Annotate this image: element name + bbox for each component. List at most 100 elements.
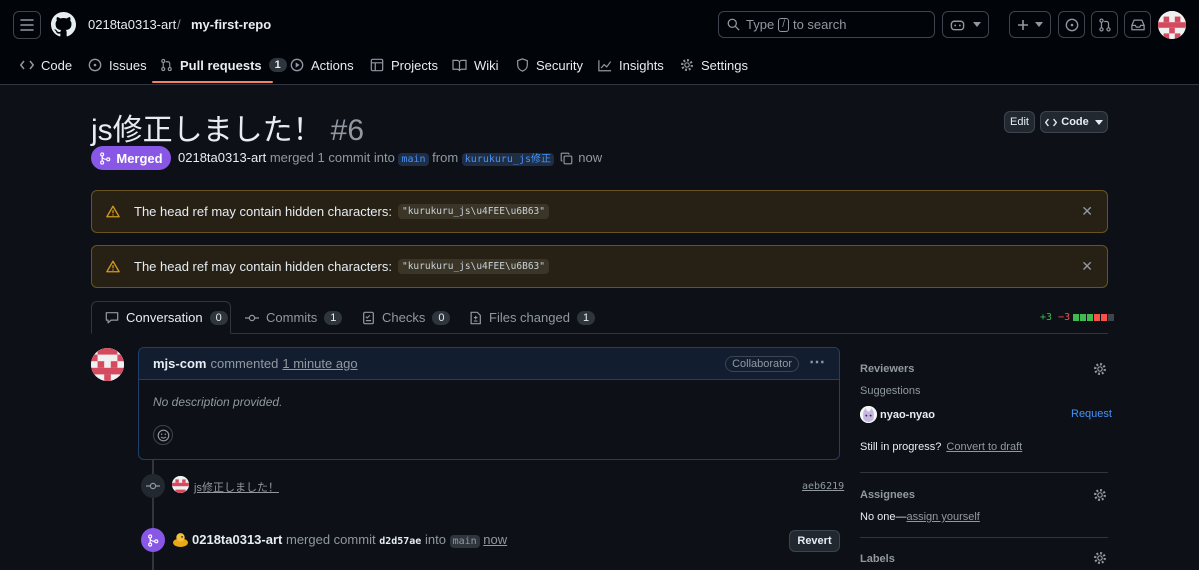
warning-text: The head ref may contain hidden characte…: [134, 204, 392, 219]
tab-conversation[interactable]: Conversation 0: [105, 310, 228, 325]
gear-icon[interactable]: [1093, 488, 1107, 502]
into-text: into: [424, 532, 446, 547]
nav-settings[interactable]: Settings: [680, 56, 748, 74]
tab-checks[interactable]: Checks 0: [362, 310, 451, 325]
edit-title-button[interactable]: Edit: [1004, 111, 1035, 133]
checklist-icon: [363, 311, 374, 324]
comment-header: mjs-com commented 1 minute ago Collabora…: [139, 348, 839, 380]
revert-label: Revert: [797, 535, 832, 547]
draft-hint: Still in progress? Convert to draft: [860, 441, 1022, 453]
from-text: from: [432, 150, 459, 165]
kebab-icon[interactable]: ⋯: [809, 352, 825, 372]
chevron-down-icon: [1094, 119, 1103, 125]
issue-opened-icon: [1065, 18, 1078, 31]
nav-issues[interactable]: Issues: [88, 56, 147, 74]
comment-author-avatar[interactable]: [91, 348, 124, 381]
nav-projects[interactable]: Projects: [370, 56, 438, 74]
pr-title: js修正しました！ #6: [91, 105, 364, 149]
tab-commits[interactable]: Commits 1: [245, 310, 343, 325]
github-logo-icon[interactable]: [51, 12, 76, 37]
breadcrumb-repo[interactable]: my-first-repo: [191, 17, 271, 32]
copilot-button[interactable]: [942, 11, 989, 38]
merge-author-link[interactable]: 0218ta0313-art: [192, 532, 282, 547]
comment-time[interactable]: 1 minute ago: [282, 356, 357, 371]
search-prefix: Type: [746, 17, 775, 32]
tab-files-changed[interactable]: Files changed 1: [469, 310, 596, 325]
search-suffix: to search: [792, 17, 847, 32]
revert-button[interactable]: Revert: [789, 530, 840, 552]
commit-message-link[interactable]: js修正しました！: [194, 479, 279, 495]
copy-icon[interactable]: [560, 152, 573, 165]
breadcrumb-owner[interactable]: 0218ta0313-art: [88, 17, 176, 32]
reviewers-title[interactable]: Reviewers: [860, 363, 914, 375]
avatar-pattern-icon: [91, 348, 124, 381]
chevron-down-icon: [973, 22, 981, 27]
tab-count: 1: [324, 310, 343, 325]
issues-button[interactable]: [1058, 11, 1085, 38]
comment-author[interactable]: mjs-com: [153, 356, 206, 371]
tabs-divider: [91, 333, 1108, 334]
merge-node: [141, 528, 165, 552]
nav-actions[interactable]: Actions: [290, 56, 354, 74]
close-icon[interactable]: ✕: [1081, 203, 1093, 220]
user-avatar[interactable]: [1158, 11, 1186, 39]
create-new-button[interactable]: [1009, 11, 1051, 38]
alert-icon: [106, 205, 120, 218]
warning-code: "kurukuru_js\u4FEE\u6B63": [397, 259, 549, 274]
comment-icon: [105, 312, 119, 324]
inbox-button[interactable]: [1124, 11, 1151, 38]
tab-label: Commits: [266, 310, 318, 325]
commit-icon: [146, 482, 160, 490]
nav-pull-requests[interactable]: Pull requests 1: [160, 56, 287, 74]
menu-button[interactable]: [13, 11, 41, 39]
avatar-pattern-icon: [1158, 11, 1186, 39]
plus-icon: [1018, 19, 1028, 30]
assignees-title[interactable]: Assignees: [860, 489, 915, 501]
suggested-reviewer-avatar[interactable]: [860, 406, 877, 423]
merge-time[interactable]: now: [483, 532, 507, 547]
warning-code: "kurukuru_js\u4FEE\u6B63": [397, 204, 549, 219]
chevron-down-icon: [1035, 22, 1043, 27]
commit-sha-link[interactable]: aeb6219: [802, 481, 844, 492]
nav-label: Wiki: [474, 57, 499, 73]
comment-action: commented: [210, 356, 279, 371]
pr-number: #6: [330, 114, 365, 147]
nav-code[interactable]: Code: [20, 56, 72, 74]
inbox-icon: [1130, 19, 1145, 31]
close-icon[interactable]: ✕: [1081, 258, 1093, 275]
code-dropdown-button[interactable]: Code: [1040, 111, 1108, 133]
tab-label: Files changed: [489, 310, 570, 325]
file-diff-icon: [470, 311, 481, 324]
nav-wiki[interactable]: Wiki: [452, 56, 499, 74]
commit-author-avatar[interactable]: [172, 476, 189, 493]
labels-title[interactable]: Labels: [860, 553, 895, 565]
graph-icon: [598, 59, 612, 71]
pull-requests-button[interactable]: [1091, 11, 1118, 38]
pr-author-link[interactable]: 0218ta0313-art: [178, 150, 266, 165]
head-branch[interactable]: kurukuru_js修正: [461, 153, 555, 166]
gear-icon[interactable]: [1093, 362, 1107, 376]
hamburger-icon: [20, 19, 34, 31]
tab-count: 0: [209, 310, 228, 325]
merge-sha-link[interactable]: d2d57ae: [379, 536, 421, 547]
gear-icon[interactable]: [1093, 551, 1107, 565]
merge-event: 0218ta0313-art merged commit d2d57ae int…: [192, 532, 507, 548]
nav-label: Pull requests: [180, 57, 262, 73]
global-header: 0218ta0313-art / my-first-repo Type / to…: [0, 0, 1199, 85]
nav-label: Issues: [109, 57, 147, 73]
merge-branch[interactable]: main: [449, 535, 480, 548]
request-review-link[interactable]: Request: [1071, 408, 1112, 420]
suggested-reviewer-name[interactable]: nyao-nyao: [880, 409, 935, 421]
merge-author-avatar[interactable]: [172, 531, 189, 548]
play-icon: [290, 58, 304, 72]
assign-yourself-link[interactable]: assign yourself: [906, 511, 979, 523]
nav-security[interactable]: Security: [516, 56, 583, 74]
tab-label: Checks: [382, 310, 426, 325]
nav-insights[interactable]: Insights: [598, 56, 664, 74]
search-input[interactable]: Type / to search: [718, 11, 935, 38]
nav-label: Insights: [619, 57, 664, 73]
convert-to-draft-link[interactable]: Convert to draft: [946, 441, 1022, 453]
base-branch[interactable]: main: [398, 153, 429, 166]
add-reaction-button[interactable]: [153, 425, 173, 445]
diff-deletions: −3: [1058, 312, 1071, 323]
